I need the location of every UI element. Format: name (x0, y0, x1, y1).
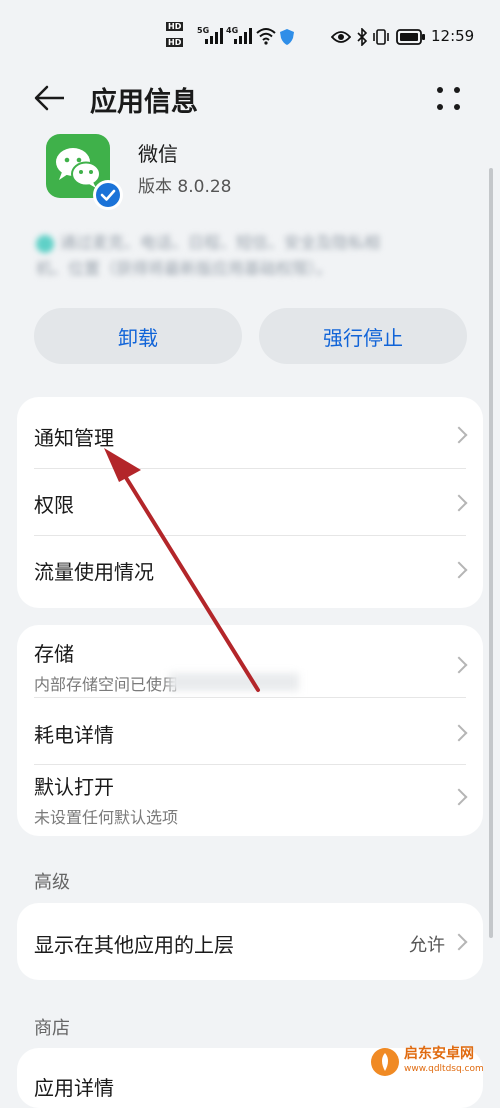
battery-icon (396, 29, 425, 45)
list-item-open-by-default[interactable]: 默认打开 未设置任何默认选项 (17, 764, 483, 836)
hd-label-2: HD (166, 38, 184, 47)
list-item-notification-management[interactable]: 通知管理 (17, 397, 483, 467)
verified-badge-icon (93, 180, 123, 210)
list-item-label: 流量使用情况 (34, 560, 154, 584)
list-item-value: 允许 (409, 935, 445, 956)
list-item-label: 存储 (34, 642, 74, 666)
force-stop-button[interactable]: 强行停止 (259, 308, 467, 364)
list-item-data-usage[interactable]: 流量使用情况 (17, 535, 483, 608)
blurred-line-2: 机、位置（获得将最新版应用基础权限）。 (36, 259, 333, 278)
more-dots-icon (437, 87, 460, 110)
more-button[interactable] (432, 82, 466, 116)
section-header-advanced: 高级 (34, 872, 70, 893)
shield-icon (280, 29, 294, 45)
blurred-storage-value (169, 673, 299, 691)
list-item-subtitle: 内部存储空间已使用 (34, 675, 179, 694)
settings-group-2: 存储 内部存储空间已使用 耗电详情 默认打开 未设置任何默认选项 (17, 625, 483, 836)
chevron-right-icon (450, 561, 468, 579)
settings-group-advanced: 显示在其他应用的上层 允许 (17, 903, 483, 980)
list-item-subtitle: 未设置任何默认选项 (34, 808, 179, 827)
list-item-label: 应用详情 (34, 1076, 114, 1100)
wifi-icon (256, 28, 276, 45)
settings-group-1: 通知管理 权限 流量使用情况 (17, 397, 483, 608)
app-description-blurred: 通过麦克、电话、日程、短信、安全及隐私相 机、位置（获得将最新版应用基础权限）。 (36, 230, 466, 290)
chevron-right-icon (450, 494, 468, 512)
uninstall-button[interactable]: 卸载 (34, 308, 242, 364)
list-item-label: 通知管理 (34, 426, 114, 450)
chevron-right-icon (450, 724, 468, 742)
watermark-name: 启东安卓网 (404, 1046, 474, 1062)
list-item-permissions[interactable]: 权限 (17, 468, 483, 535)
info-icon (36, 234, 54, 253)
list-item-label: 默认打开 (34, 775, 114, 799)
chevron-right-icon (450, 426, 468, 444)
scrollbar[interactable] (489, 168, 493, 938)
list-item-label: 显示在其他应用的上层 (34, 933, 234, 957)
list-item-label: 权限 (34, 493, 74, 517)
back-button[interactable] (30, 80, 70, 116)
list-item-display-over-apps[interactable]: 显示在其他应用的上层 允许 (17, 903, 483, 980)
chevron-right-icon (450, 933, 468, 951)
app-name: 微信 (138, 142, 178, 166)
vibrate-icon (373, 29, 389, 45)
chevron-right-icon (450, 788, 468, 806)
signal-icon-2 (234, 28, 252, 44)
blurred-line-1: 通过麦克、电话、日程、短信、安全及隐私相 (60, 233, 381, 252)
clock: 12:59 (431, 27, 475, 45)
bluetooth-icon (357, 28, 368, 46)
hd-label-1: HD (166, 22, 184, 31)
hd-indicator: HD HD (166, 22, 196, 50)
status-bar: HD HD 5G 4G 12:59 (0, 0, 500, 72)
app-version: 版本 8.0.28 (138, 177, 232, 197)
list-item-storage[interactable]: 存储 内部存储空间已使用 (17, 625, 483, 697)
chevron-right-icon (450, 656, 468, 674)
list-item-battery-usage[interactable]: 耗电详情 (17, 697, 483, 763)
list-item-label: 耗电详情 (34, 723, 114, 747)
section-header-store: 商店 (34, 1018, 70, 1039)
eye-icon (331, 31, 351, 43)
watermark-logo-icon (371, 1048, 399, 1076)
signal-icon (205, 28, 223, 44)
watermark-url: www.qdltdsq.com (404, 1064, 484, 1074)
page-title: 应用信息 (90, 87, 198, 118)
watermark: 启东安卓网 www.qdltdsq.com (370, 1044, 495, 1080)
arrow-left-icon (34, 85, 64, 111)
